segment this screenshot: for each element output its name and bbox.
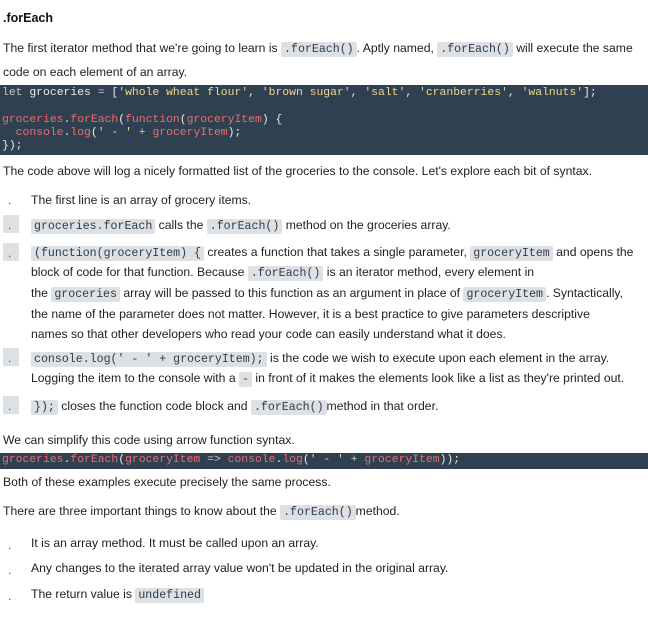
bullet-3-line-4: the name of the parameter does not matte…: [31, 307, 590, 321]
bullet-3-line-2: block of code for that function. Because…: [31, 265, 535, 281]
inline-code: groceryItem: [463, 287, 546, 302]
bullet-dot: .: [8, 218, 12, 232]
arrow-function-intro: We can simplify this code using arrow fu…: [3, 433, 295, 447]
point-3: The return value is undefined: [31, 584, 204, 606]
inline-code: groceries: [51, 287, 120, 302]
bullet-dot: .: [8, 538, 12, 552]
inline-code: .forEach(): [437, 42, 513, 57]
code-block-arrow: groceries.forEach(groceryItem => console…: [0, 453, 648, 469]
bullet-4-line-2: Logging the item to the console with a -…: [31, 371, 625, 387]
bullet-1: The first line is an array of grocery it…: [31, 193, 252, 207]
inline-code: });: [31, 400, 58, 415]
bullet-dot: .: [8, 246, 12, 260]
bullet-3-line-1: (function(groceryItem) { creates a funct…: [31, 242, 633, 264]
three-things-text: There are three important things to know…: [3, 504, 400, 520]
explanation-intro: The code above will log a nicely formatt…: [3, 164, 592, 178]
code-line-4: console.log(' - ' + groceryItem);: [15, 127, 242, 139]
bullet-dot: .: [8, 193, 12, 207]
inline-code: .forEach(): [250, 400, 327, 415]
bullet-dot: .: [8, 399, 12, 413]
bullet-dot: .: [8, 589, 12, 603]
code-block-foreach: let groceries = ['whole wheat flour', 'b…: [0, 85, 648, 155]
bullet-4-line-1: console.log(' - ' + groceryItem); is the…: [31, 348, 609, 370]
code-line-3: groceries.forEach(function(groceryItem) …: [2, 114, 283, 126]
bullet-2: groceries.forEach calls the .forEach() m…: [31, 215, 451, 237]
inline-code: (function(groceryItem) {: [31, 246, 204, 261]
intro-line-1: The first iterator method that we're goi…: [3, 41, 633, 57]
inline-code: .forEach(): [281, 42, 357, 57]
bullet-3-line-5: names so that other developers who read …: [31, 327, 506, 341]
bullet-3-line-3: the groceries array will be passed to th…: [31, 286, 623, 302]
code-line-5: });: [2, 140, 23, 152]
point-1: It is an array method. It must be called…: [31, 536, 319, 550]
bullet-dot: .: [8, 351, 12, 365]
both-examples-text: Both of these examples execute precisely…: [3, 475, 331, 489]
code-line-1: let groceries = ['whole wheat flour', 'b…: [2, 87, 597, 99]
point-2: Any changes to the iterated array value …: [31, 561, 449, 575]
bullet-5: }); closes the function code block and .…: [31, 396, 438, 418]
intro-line-2: code on each element of an array.: [3, 65, 188, 79]
inline-code: .forEach(): [206, 219, 283, 234]
inline-code: undefined: [135, 588, 204, 603]
inline-code: groceryItem: [470, 246, 553, 261]
bullet-dot: .: [8, 563, 12, 577]
inline-code: .forEach(): [280, 505, 356, 520]
inline-code: console.log(' - ' + groceryItem);: [31, 352, 267, 367]
inline-code: -: [239, 372, 252, 387]
page-title: .forEach: [3, 11, 54, 25]
code-line: groceries.forEach(groceryItem => console…: [2, 454, 461, 466]
inline-code: groceries.forEach: [31, 219, 156, 234]
inline-code: .forEach(): [247, 266, 324, 281]
